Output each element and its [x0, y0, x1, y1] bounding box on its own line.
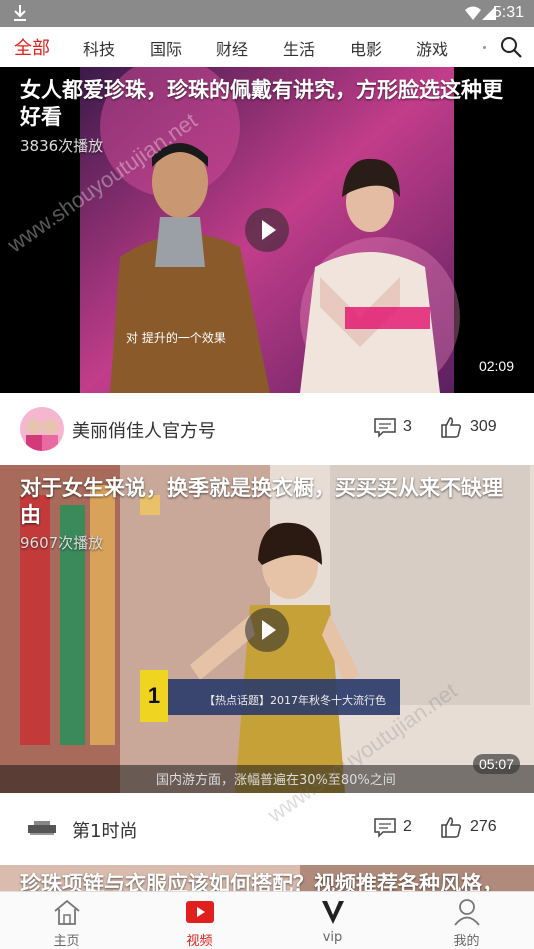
comment-count: 3 — [403, 418, 412, 435]
play-button[interactable] — [245, 608, 289, 652]
clock: 5:31 — [492, 4, 524, 21]
nav-profile[interactable]: 我的 — [399, 892, 534, 949]
author-avatar[interactable] — [20, 407, 64, 451]
author-name[interactable]: 美丽俏佳人官方号 — [72, 417, 216, 443]
comment-icon[interactable] — [374, 818, 396, 838]
author-avatar[interactable] — [20, 807, 64, 851]
search-icon[interactable] — [500, 36, 522, 58]
nav-video[interactable]: 视频 — [133, 892, 266, 949]
author-name[interactable]: 第1时尚 — [72, 817, 137, 843]
video-subtitle-caption: 对 提升的一个效果 — [126, 331, 226, 345]
video-duration: 05:07 — [472, 754, 520, 774]
category-tabbar: 全部 科技 国际 财经 生活 电影 游戏 — [0, 27, 534, 67]
comment-count: 2 — [403, 818, 412, 835]
video-info-bar-1: 美丽俏佳人官方号 3 309 — [0, 393, 534, 465]
thumbs-up-icon[interactable] — [441, 816, 461, 838]
video-title[interactable]: 对于女生来说，换季就是换衣橱，买买买从来不缺理由 — [20, 475, 520, 529]
video-info-bar-2: 第1时尚 2 276 — [0, 793, 534, 865]
tab-all[interactable]: 全部 — [14, 34, 50, 60]
tab-life[interactable]: 生活 — [283, 36, 315, 60]
thumbs-up-icon[interactable] — [441, 416, 461, 438]
status-bar: 5:31 — [0, 0, 534, 27]
play-count: 9607次播放 — [20, 534, 104, 552]
video-subtitle-caption: 【热点话题】2017年秋冬十大流行色 — [204, 694, 386, 707]
play-button[interactable] — [245, 208, 289, 252]
nav-label: 视频 — [186, 934, 213, 949]
tab-game[interactable]: 游戏 — [416, 36, 448, 60]
more-tabs-indicator — [483, 46, 486, 49]
video-ticker-caption: 国内游方面，涨幅普遍在30%至80%之间 — [156, 773, 396, 788]
video-title[interactable]: 女人都爱珍珠，珍珠的佩戴有讲究，方形脸选这种更好看 — [20, 77, 520, 131]
video-icon — [185, 901, 214, 923]
profile-icon — [453, 899, 480, 926]
wifi-icon — [465, 6, 481, 20]
nav-vip[interactable]: vip — [266, 892, 399, 949]
like-count: 276 — [470, 818, 497, 835]
vip-icon — [321, 901, 344, 924]
video-duration: 02:09 — [478, 358, 514, 374]
tab-movie[interactable]: 电影 — [350, 36, 382, 60]
home-icon — [53, 899, 80, 925]
nav-home[interactable]: 主页 — [0, 892, 133, 949]
download-icon — [14, 5, 26, 21]
play-count: 3836次播放 — [20, 137, 104, 155]
nav-label: 主页 — [53, 934, 80, 949]
video-card-3[interactable]: 珍珠项链与衣服应该如何搭配？视频推荐各种风格， — [0, 865, 534, 891]
tab-tech[interactable]: 科技 — [83, 36, 115, 60]
video-title[interactable]: 珍珠项链与衣服应该如何搭配？视频推荐各种风格， — [20, 871, 520, 891]
nav-label: 我的 — [453, 934, 480, 949]
like-count: 309 — [470, 418, 497, 435]
tab-finance[interactable]: 财经 — [216, 36, 248, 60]
video-card-2[interactable]: 1 对于女生来说，换季就是换衣橱，买买买从来不缺理由 9607次播放 【热点话题… — [0, 465, 534, 793]
svg-text:1: 1 — [148, 683, 160, 708]
video-card-1[interactable]: 女人都爱珍珠，珍珠的佩戴有讲究，方形脸选这种更好看 3836次播放 对 提升的一… — [0, 67, 534, 393]
nav-label: vip — [322, 930, 343, 945]
comment-icon[interactable] — [374, 418, 396, 438]
tab-international[interactable]: 国际 — [150, 36, 182, 60]
bottom-navigation: 主页 视频 vip 我的 — [0, 891, 534, 949]
